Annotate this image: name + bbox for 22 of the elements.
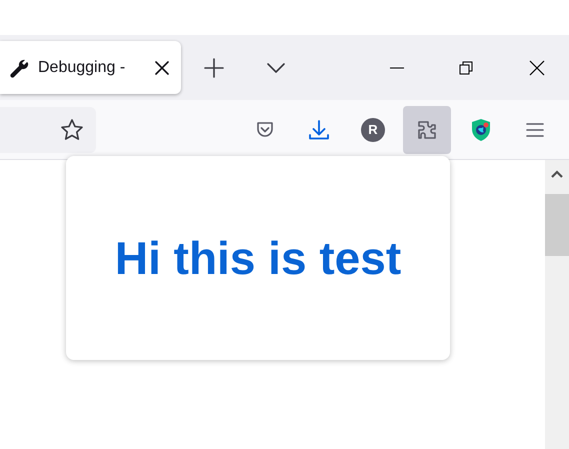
scrollbar[interactable]	[545, 160, 569, 449]
restore-icon[interactable]	[459, 60, 473, 74]
menu-icon	[525, 122, 545, 138]
avatar-icon: R	[361, 118, 385, 142]
chevron-down-icon[interactable]	[266, 62, 286, 74]
star-icon[interactable]	[60, 118, 84, 142]
download-icon	[308, 118, 330, 140]
tab-title: Debugging -	[38, 58, 126, 78]
close-icon[interactable]	[155, 60, 169, 74]
scroll-thumb[interactable]	[545, 194, 569, 256]
toolbar-button[interactable]	[403, 106, 451, 154]
toolbar-button[interactable]: R	[349, 106, 397, 154]
browser-tab[interactable]: Debugging -	[0, 41, 181, 94]
address-bar[interactable]	[0, 106, 96, 152]
popup-heading: Hi this is test	[114, 230, 402, 286]
minimize-icon[interactable]	[390, 66, 404, 68]
puzzle-icon	[416, 118, 438, 140]
scroll-up-icon[interactable]	[551, 170, 563, 178]
pocket-icon	[255, 120, 275, 140]
close-window-icon[interactable]	[529, 60, 545, 76]
new-tab-icon[interactable]	[204, 58, 224, 78]
shield-icon	[470, 118, 492, 142]
